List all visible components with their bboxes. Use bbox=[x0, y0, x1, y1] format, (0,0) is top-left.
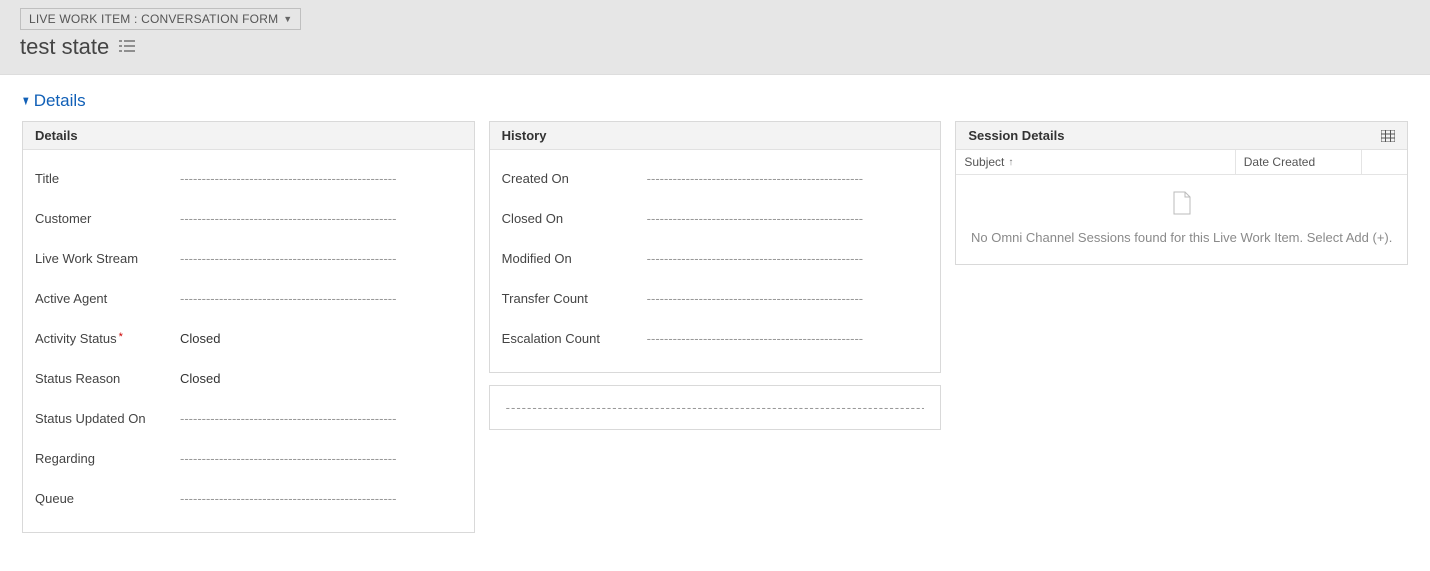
field-label: Regarding bbox=[35, 451, 180, 466]
column-spacer bbox=[1362, 150, 1407, 174]
sort-asc-icon: ↑ bbox=[1008, 157, 1013, 168]
column-subject[interactable]: Subject ↑ bbox=[956, 150, 1235, 174]
list-icon[interactable] bbox=[119, 40, 135, 55]
empty-value: ----------------------------------------… bbox=[180, 209, 462, 228]
field-customer[interactable]: Customer -------------------------------… bbox=[35, 198, 462, 238]
form-header: LIVE WORK ITEM : CONVERSATION FORM ▼ tes… bbox=[0, 0, 1430, 75]
empty-value: ----------------------------------------… bbox=[506, 398, 925, 417]
field-regarding[interactable]: Regarding ------------------------------… bbox=[35, 438, 462, 478]
col-details: Details Title --------------------------… bbox=[22, 121, 475, 533]
required-icon: * bbox=[119, 331, 123, 343]
field-transfer-count[interactable]: Transfer Count -------------------------… bbox=[502, 278, 929, 318]
field-escalation-count[interactable]: Escalation Count -----------------------… bbox=[502, 318, 929, 358]
form-type-label: LIVE WORK ITEM : CONVERSATION FORM bbox=[29, 12, 278, 26]
empty-value: ----------------------------------------… bbox=[647, 289, 929, 308]
field-status-reason[interactable]: Status Reason Closed bbox=[35, 358, 462, 398]
column-date-created[interactable]: Date Created bbox=[1236, 150, 1362, 174]
col-session: Session Details Subject bbox=[955, 121, 1408, 265]
main-content: ▶ Details Details Title ----------------… bbox=[6, 81, 1424, 553]
field-closed-on[interactable]: Closed On ------------------------------… bbox=[502, 198, 929, 238]
field-label: Live Work Stream bbox=[35, 251, 180, 266]
history-panel-header: History bbox=[490, 122, 941, 150]
field-label: Title bbox=[35, 171, 180, 186]
empty-message: No Omni Channel Sessions found for this … bbox=[966, 228, 1397, 248]
field-created-on[interactable]: Created On -----------------------------… bbox=[502, 158, 929, 198]
field-label: Queue bbox=[35, 491, 180, 506]
field-live-work-stream[interactable]: Live Work Stream -----------------------… bbox=[35, 238, 462, 278]
field-label: Customer bbox=[35, 211, 180, 226]
section-title: Details bbox=[34, 91, 86, 111]
history-panel-body: Created On -----------------------------… bbox=[490, 150, 941, 372]
field-title[interactable]: Title ----------------------------------… bbox=[35, 158, 462, 198]
details-panel: Details Title --------------------------… bbox=[22, 121, 475, 533]
form-selector[interactable]: LIVE WORK ITEM : CONVERSATION FORM ▼ bbox=[20, 8, 301, 30]
session-panel-title: Session Details bbox=[968, 128, 1064, 143]
field-active-agent[interactable]: Active Agent ---------------------------… bbox=[35, 278, 462, 318]
session-empty-state: No Omni Channel Sessions found for this … bbox=[956, 175, 1407, 264]
empty-value: ----------------------------------------… bbox=[180, 489, 462, 508]
record-title: test state bbox=[20, 34, 109, 60]
history-panel: History Created On ---------------------… bbox=[489, 121, 942, 373]
history-panel-title: History bbox=[502, 128, 547, 143]
field-modified-on[interactable]: Modified On ----------------------------… bbox=[502, 238, 929, 278]
field-label: Active Agent bbox=[35, 291, 180, 306]
empty-value: ----------------------------------------… bbox=[180, 249, 462, 268]
field-label: Status Updated On bbox=[35, 411, 180, 426]
document-icon bbox=[1172, 191, 1192, 218]
empty-value: ----------------------------------------… bbox=[180, 449, 462, 468]
empty-value: ----------------------------------------… bbox=[180, 289, 462, 308]
field-label: Status Reason bbox=[35, 371, 180, 386]
field-label: Activity Status* bbox=[35, 331, 180, 346]
column-label: Subject bbox=[964, 155, 1004, 169]
field-activity-status[interactable]: Activity Status* Closed bbox=[35, 318, 462, 358]
grid-view-icon[interactable] bbox=[1381, 130, 1395, 142]
session-panel-header: Session Details bbox=[956, 122, 1407, 150]
record-title-row: test state bbox=[20, 34, 1410, 60]
field-value: Closed bbox=[180, 369, 462, 388]
field-status-updated-on[interactable]: Status Updated On ----------------------… bbox=[35, 398, 462, 438]
extra-empty-panel[interactable]: ----------------------------------------… bbox=[489, 385, 942, 430]
field-label: Created On bbox=[502, 171, 647, 186]
field-value: Closed bbox=[180, 329, 462, 348]
empty-value: ----------------------------------------… bbox=[647, 209, 929, 228]
columns-layout: Details Title --------------------------… bbox=[22, 121, 1408, 533]
empty-value: ----------------------------------------… bbox=[647, 249, 929, 268]
col-history: History Created On ---------------------… bbox=[489, 121, 942, 430]
session-panel: Session Details Subject bbox=[955, 121, 1408, 265]
details-panel-header: Details bbox=[23, 122, 474, 150]
details-panel-body: Title ----------------------------------… bbox=[23, 150, 474, 532]
field-label: Modified On bbox=[502, 251, 647, 266]
section-caret-icon: ▶ bbox=[22, 97, 30, 105]
field-label: Closed On bbox=[502, 211, 647, 226]
empty-value: ----------------------------------------… bbox=[180, 409, 462, 428]
field-label: Escalation Count bbox=[502, 331, 647, 346]
section-toggle-details[interactable]: ▶ Details bbox=[22, 91, 1408, 111]
caret-down-icon: ▼ bbox=[283, 14, 292, 24]
session-columns: Subject ↑ Date Created bbox=[956, 150, 1407, 175]
column-label: Date Created bbox=[1244, 155, 1315, 169]
details-panel-title: Details bbox=[35, 128, 78, 143]
empty-value: ----------------------------------------… bbox=[647, 169, 929, 188]
field-queue[interactable]: Queue ----------------------------------… bbox=[35, 478, 462, 518]
field-label: Transfer Count bbox=[502, 291, 647, 306]
empty-value: ----------------------------------------… bbox=[180, 169, 462, 188]
empty-value: ----------------------------------------… bbox=[647, 329, 929, 348]
